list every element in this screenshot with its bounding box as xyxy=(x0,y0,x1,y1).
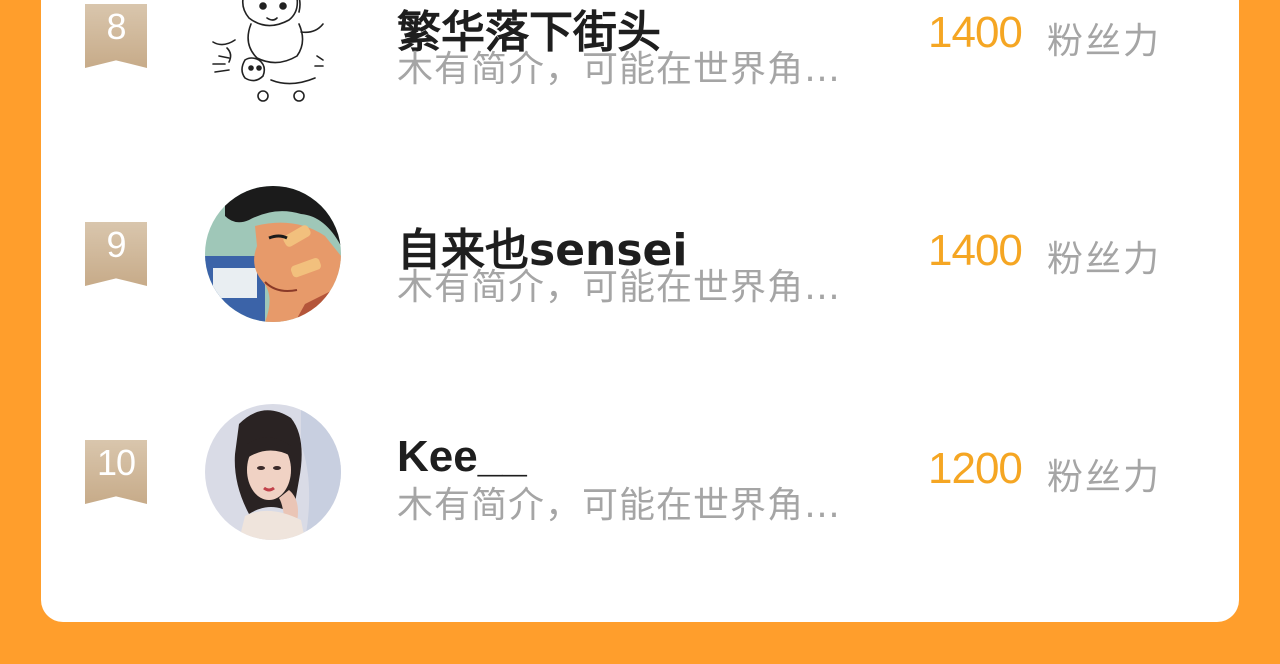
avatar[interactable] xyxy=(205,0,341,102)
rank-badge: 9 xyxy=(85,222,147,286)
photo-portrait-avatar-icon xyxy=(205,404,341,540)
list-item[interactable]: 8 繁华落下街头 木有简介，可能在世界角… 1400 粉丝力 xyxy=(41,0,1239,130)
fans-unit-label: 粉丝力 xyxy=(1047,21,1162,62)
user-bio: 木有简介，可能在世界角… xyxy=(397,267,842,308)
fans-count: 1200 xyxy=(928,444,1023,493)
user-bio: 木有简介，可能在世界角… xyxy=(397,485,842,526)
user-name[interactable]: Kee__ xyxy=(397,432,527,482)
fans-unit-label: 粉丝力 xyxy=(1047,457,1162,498)
user-bio: 木有简介，可能在世界角… xyxy=(397,49,842,90)
anime-character-avatar-icon xyxy=(205,186,341,322)
fans-count: 1400 xyxy=(928,226,1023,275)
avatar[interactable] xyxy=(205,186,341,322)
rank-badge: 10 xyxy=(85,440,147,504)
list-item[interactable]: 9 自来也sensei 木有简介，可能在世界角… 1400 粉丝力 xyxy=(41,178,1239,348)
ranking-card: 8 繁华落下街头 木有简介，可能在世界角… 1400 粉丝力 9 自来也sens… xyxy=(41,0,1239,622)
list-item[interactable]: 10 Kee__ 木有简介，可能在世界角… 1200 粉丝力 xyxy=(41,396,1239,566)
fans-unit-label: 粉丝力 xyxy=(1047,239,1162,280)
rank-number: 10 xyxy=(96,442,136,483)
fans-count: 1400 xyxy=(928,8,1023,57)
rank-number: 8 xyxy=(106,6,126,47)
rank-number: 9 xyxy=(106,224,126,265)
cartoon-sketch-avatar-icon xyxy=(212,0,324,102)
avatar[interactable] xyxy=(205,404,341,540)
rank-badge: 8 xyxy=(85,4,147,68)
